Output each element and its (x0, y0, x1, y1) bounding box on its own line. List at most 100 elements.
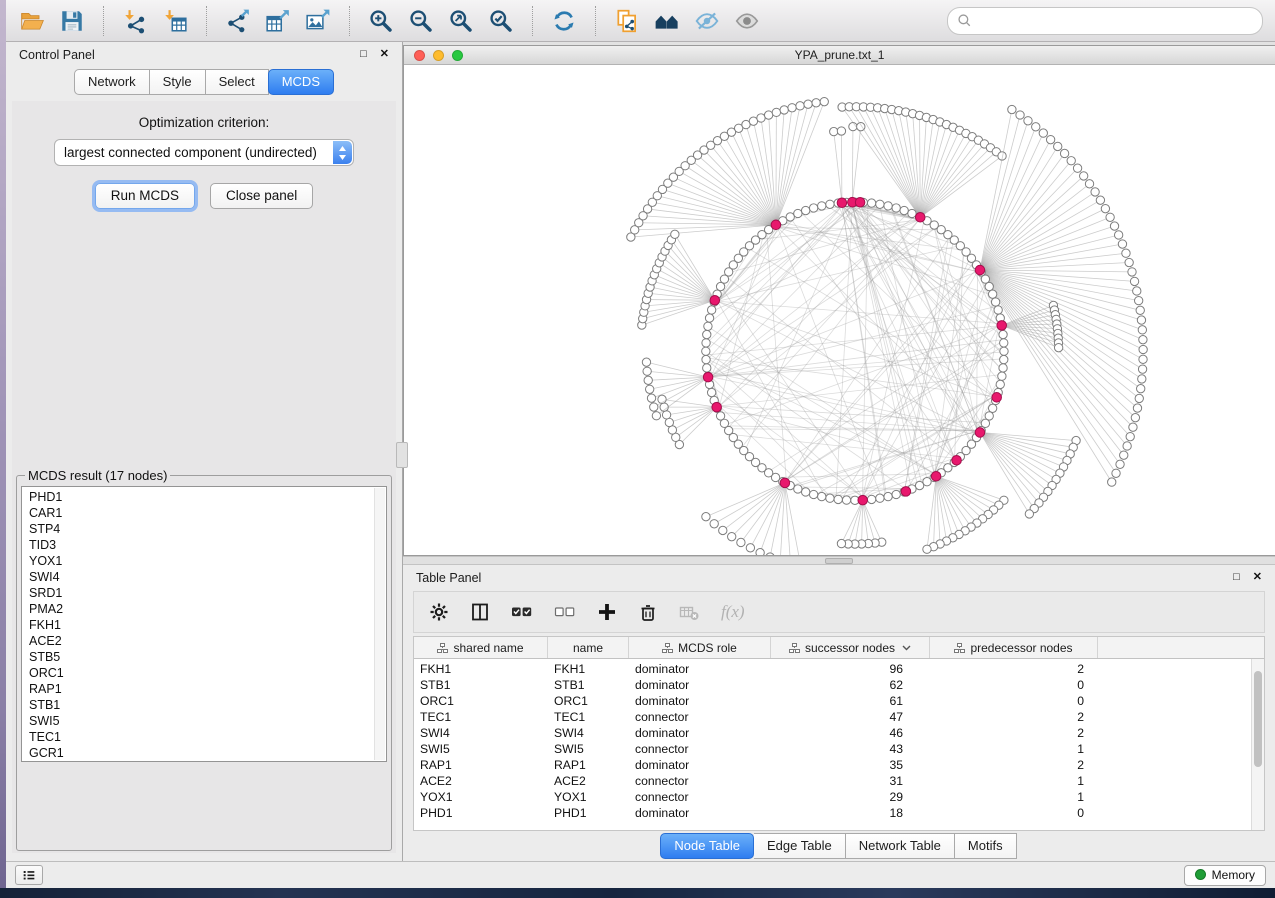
hide-selected-button[interactable] (689, 4, 725, 38)
network-node[interactable] (867, 495, 875, 503)
table-float-panel-button[interactable]: □ (1233, 572, 1240, 583)
network-leaf-node[interactable] (766, 553, 774, 555)
search-input[interactable] (978, 12, 1253, 29)
network-leaf-node[interactable] (1130, 277, 1138, 285)
network-node[interactable] (826, 200, 834, 208)
column-header-successor-nodes[interactable]: successor nodes (771, 637, 930, 658)
network-node[interactable] (1000, 355, 1008, 363)
network-leaf-node[interactable] (1085, 180, 1093, 188)
mcds-result-item[interactable]: STB1 (29, 697, 374, 713)
cell-shared_name[interactable]: PHD1 (414, 806, 548, 820)
network-leaf-node[interactable] (702, 513, 710, 521)
open-session-button[interactable] (14, 4, 50, 38)
cell-shared_name[interactable]: FKH1 (414, 662, 548, 676)
window-close-button[interactable] (414, 50, 425, 61)
network-node[interactable] (884, 202, 892, 210)
network-leaf-node[interactable] (665, 418, 673, 426)
cell-name[interactable]: TEC1 (548, 710, 629, 724)
network-node[interactable] (998, 372, 1006, 380)
network-leaf-node[interactable] (710, 520, 718, 528)
network-leaf-node[interactable] (1016, 111, 1024, 119)
network-leaf-node[interactable] (1039, 129, 1047, 137)
network-node[interactable] (834, 495, 842, 503)
tab-edge-table[interactable]: Edge Table (754, 833, 846, 859)
network-hub-node[interactable] (855, 197, 865, 207)
mcds-result-item[interactable]: ORC1 (29, 665, 374, 681)
network-leaf-node[interactable] (1135, 394, 1143, 402)
network-node[interactable] (705, 314, 713, 322)
network-node[interactable] (818, 492, 826, 500)
cell-mcds_role[interactable]: connector (629, 790, 771, 804)
table-settings-button[interactable] (429, 602, 449, 622)
mcds-result-item[interactable]: TEC1 (29, 729, 374, 745)
task-history-button[interactable] (15, 865, 43, 885)
network-leaf-node[interactable] (1112, 469, 1120, 477)
cell-mcds_role[interactable]: dominator (629, 662, 771, 676)
column-header-shared-name[interactable]: shared name (414, 637, 548, 658)
network-node[interactable] (892, 490, 900, 498)
cell-shared_name[interactable]: TEC1 (414, 710, 548, 724)
cell-predecessor_nodes[interactable]: 2 (930, 710, 1098, 724)
mcds-result-item[interactable]: GCR1 (29, 745, 374, 761)
mcds-result-item[interactable]: TID3 (29, 537, 374, 553)
table-row[interactable]: STB1STB1dominator620 (414, 677, 1264, 693)
cell-shared_name[interactable]: ACE2 (414, 774, 548, 788)
run-mcds-button[interactable]: Run MCDS (95, 183, 195, 209)
network-leaf-node[interactable] (812, 99, 820, 107)
network-node[interactable] (884, 492, 892, 500)
cell-mcds_role[interactable]: dominator (629, 678, 771, 692)
save-session-button[interactable] (54, 4, 90, 38)
cell-mcds_role[interactable]: dominator (629, 726, 771, 740)
network-node[interactable] (826, 494, 834, 502)
network-leaf-node[interactable] (1139, 345, 1147, 353)
network-leaf-node[interactable] (1126, 432, 1134, 440)
network-leaf-node[interactable] (1008, 105, 1016, 113)
network-leaf-node[interactable] (647, 394, 655, 402)
network-hub-node[interactable] (712, 402, 722, 412)
cell-predecessor_nodes[interactable]: 1 (930, 774, 1098, 788)
network-node[interactable] (994, 306, 1002, 314)
cell-mcds_role[interactable]: connector (629, 774, 771, 788)
table-row[interactable]: SWI5SWI5connector431 (414, 741, 1264, 757)
network-leaf-node[interactable] (1129, 423, 1137, 431)
network-leaf-node[interactable] (1108, 478, 1116, 486)
mcds-result-item[interactable]: ACE2 (29, 633, 374, 649)
network-hub-node[interactable] (703, 372, 713, 382)
delete-column-button[interactable] (638, 602, 658, 622)
cell-name[interactable]: YOX1 (548, 790, 629, 804)
mcds-result-item[interactable]: STP4 (29, 521, 374, 537)
network-leaf-node[interactable] (1139, 335, 1147, 343)
export-network-button[interactable] (220, 4, 256, 38)
mcds-result-item[interactable]: SRD1 (29, 585, 374, 601)
network-leaf-node[interactable] (804, 100, 812, 108)
cell-successor_nodes[interactable]: 96 (771, 662, 930, 676)
horizontal-splitter-handle[interactable] (825, 558, 853, 564)
network-leaf-node[interactable] (642, 358, 650, 366)
cell-successor_nodes[interactable]: 29 (771, 790, 930, 804)
cell-shared_name[interactable]: STB1 (414, 678, 548, 692)
network-node[interactable] (985, 282, 993, 290)
network-leaf-node[interactable] (1024, 117, 1032, 125)
network-leaf-node[interactable] (650, 403, 658, 411)
network-leaf-node[interactable] (1125, 258, 1133, 266)
network-leaf-node[interactable] (796, 102, 804, 110)
network-node[interactable] (704, 322, 712, 330)
close-panel-button[interactable]: ✕ (380, 49, 389, 60)
network-leaf-node[interactable] (1096, 196, 1104, 204)
network-leaf-node[interactable] (1025, 510, 1033, 518)
cell-name[interactable]: STB1 (548, 678, 629, 692)
table-row[interactable]: TEC1TEC1connector472 (414, 709, 1264, 725)
network-hub-node[interactable] (975, 265, 985, 275)
cell-mcds_role[interactable]: dominator (629, 694, 771, 708)
tab-node-table[interactable]: Node Table (660, 833, 754, 859)
cell-predecessor_nodes[interactable]: 0 (930, 806, 1098, 820)
network-leaf-node[interactable] (719, 526, 727, 534)
network-node[interactable] (991, 298, 999, 306)
network-node[interactable] (801, 206, 809, 214)
cell-predecessor_nodes[interactable]: 2 (930, 662, 1098, 676)
tab-style[interactable]: Style (150, 69, 206, 95)
tab-mcds[interactable]: MCDS (268, 69, 334, 95)
window-minimize-button[interactable] (433, 50, 444, 61)
cell-shared_name[interactable]: YOX1 (414, 790, 548, 804)
network-leaf-node[interactable] (671, 230, 679, 238)
